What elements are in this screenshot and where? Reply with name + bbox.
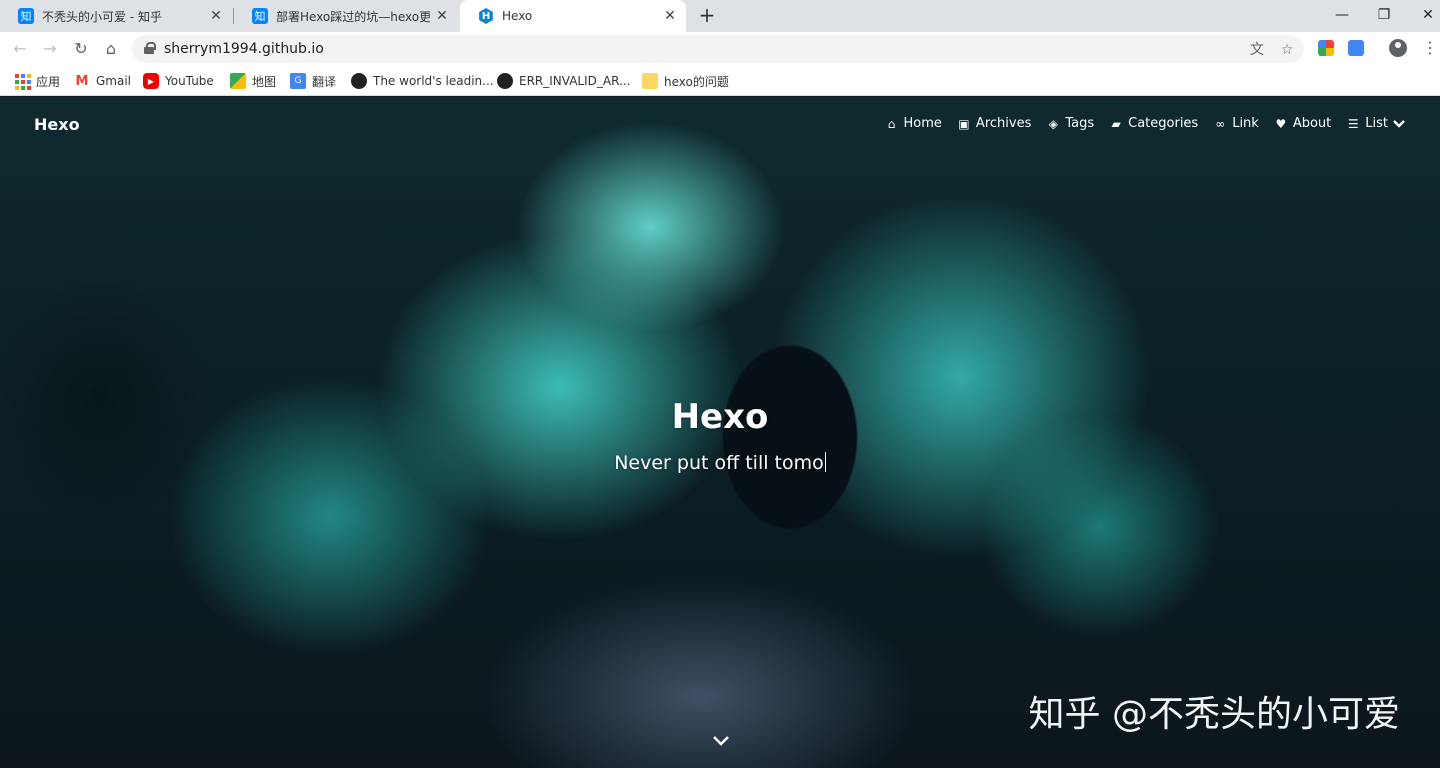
- tab-close-icon[interactable]: ✕: [662, 8, 678, 24]
- gmail-icon: M: [75, 73, 89, 89]
- nav-label: About: [1292, 116, 1332, 131]
- more-menu-icon[interactable]: ⋮: [1422, 38, 1438, 58]
- link-icon: ∞: [1215, 116, 1226, 131]
- address-bar[interactable]: sherrym1994.github.io 文 ☆: [132, 35, 1304, 63]
- bookmark-star-icon[interactable]: ☆: [1278, 41, 1296, 59]
- nav-label: Archives: [975, 116, 1032, 131]
- nav-label: Tags: [1065, 116, 1095, 131]
- home-icon: ⌂: [887, 116, 896, 131]
- nav-label: Home: [903, 116, 942, 131]
- close-window-button[interactable]: ✕: [1416, 4, 1440, 26]
- tab-strip: 知 不秃头的小可爱 - 知乎 ✕ 知 部署Hexo踩过的坑—hexo更换主 ✕ …: [0, 0, 1440, 32]
- site-nav: ⌂ Home ▣ Archives ◈ Tags ▰ Categories ∞ …: [870, 116, 1406, 131]
- bookmark-translate[interactable]: G 翻译: [290, 72, 336, 90]
- maps-icon: [230, 73, 246, 89]
- bookmarks-bar: 应用 M Gmail ▶ YouTube 地图 G 翻译 The world's…: [0, 66, 1440, 96]
- bookmark-github-2[interactable]: ERR_INVALID_AR...: [497, 72, 630, 90]
- translate-page-icon[interactable]: 文: [1248, 41, 1266, 59]
- list-icon: ☰: [1347, 116, 1359, 131]
- reload-icon[interactable]: ↻: [70, 38, 92, 60]
- tab-title: Hexo: [502, 9, 533, 23]
- bookmark-label: hexo的问题: [664, 74, 729, 89]
- nav-label: Link: [1232, 116, 1259, 131]
- site-logo[interactable]: Hexo: [34, 115, 80, 134]
- chevron-down-icon: [1392, 117, 1406, 131]
- typing-cursor: [824, 452, 826, 472]
- nav-link[interactable]: ∞ Link: [1213, 116, 1259, 131]
- new-tab-button[interactable]: +: [696, 4, 718, 26]
- zhihu-favicon-icon: 知: [18, 8, 34, 24]
- tab-zhihu-article[interactable]: 知 部署Hexo踩过的坑—hexo更换主 ✕: [234, 0, 458, 32]
- tab-hexo[interactable]: H Hexo ✕: [460, 0, 686, 32]
- scroll-down-chevron-icon[interactable]: [711, 733, 731, 747]
- bookmark-label: The world's leadin...: [373, 74, 494, 88]
- tab-title: 不秃头的小可爱 - 知乎: [42, 9, 162, 24]
- bookmark-label: YouTube: [165, 74, 214, 88]
- zhihu-watermark: 知乎 @不秃头的小可爱: [1028, 694, 1400, 735]
- github-icon: [351, 73, 367, 89]
- bookmark-hexo-folder[interactable]: hexo的问题: [642, 72, 729, 90]
- tab-close-icon[interactable]: ✕: [208, 8, 224, 24]
- bookmark-label: 翻译: [312, 74, 337, 89]
- tab-zhihu-profile[interactable]: 知 不秃头的小可爱 - 知乎 ✕: [0, 0, 232, 32]
- nav-about[interactable]: ♥ About: [1274, 116, 1331, 131]
- youtube-icon: ▶: [143, 73, 159, 89]
- extension-icon[interactable]: [1318, 40, 1334, 56]
- forward-arrow-icon[interactable]: →: [39, 38, 61, 60]
- nav-label: Categories: [1128, 116, 1199, 131]
- lock-icon: [144, 42, 156, 54]
- profile-avatar-icon[interactable]: [1389, 39, 1407, 57]
- bookmark-gmail[interactable]: M Gmail: [74, 72, 131, 90]
- bookmark-label: 应用: [36, 74, 61, 89]
- bookmark-label: 地图: [252, 74, 277, 89]
- bookmark-github-1[interactable]: The world's leadin...: [351, 72, 494, 90]
- tags-icon: ◈: [1048, 116, 1058, 131]
- nav-home[interactable]: ⌂ Home: [885, 116, 942, 131]
- bookmark-label: Gmail: [96, 74, 132, 88]
- restore-button[interactable]: ❐: [1372, 4, 1396, 26]
- minimize-button[interactable]: —: [1330, 4, 1354, 26]
- nav-list[interactable]: ☰ List: [1346, 116, 1406, 131]
- nav-archives[interactable]: ▣ Archives: [957, 116, 1031, 131]
- back-arrow-icon[interactable]: ←: [9, 38, 31, 60]
- apps-grid-icon: [14, 73, 31, 90]
- bookmark-label: ERR_INVALID_AR...: [519, 74, 631, 88]
- bookmark-apps[interactable]: 应用: [14, 72, 60, 90]
- github-icon: [497, 73, 513, 89]
- hexo-favicon-icon: H: [479, 8, 493, 24]
- nav-label: List: [1365, 116, 1388, 131]
- bookmark-youtube[interactable]: ▶ YouTube: [143, 72, 214, 90]
- tab-close-icon[interactable]: ✕: [434, 8, 450, 24]
- nav-tags[interactable]: ◈ Tags: [1046, 116, 1094, 131]
- url-text: sherrym1994.github.io: [164, 41, 324, 57]
- folder-icon: [642, 73, 658, 89]
- hexo-page: Hexo ⌂ Home ▣ Archives ◈ Tags ▰ Categori…: [0, 97, 1440, 768]
- google-translate-extension-icon[interactable]: [1348, 40, 1364, 56]
- nav-categories[interactable]: ▰ Categories: [1109, 116, 1199, 131]
- archive-icon: ▣: [958, 116, 970, 131]
- hero-subtitle-wrapper: Never put off till tomo: [0, 452, 1440, 474]
- translate-icon: G: [290, 73, 306, 89]
- heart-icon: ♥: [1275, 116, 1287, 131]
- folder-open-icon: ▰: [1111, 116, 1121, 131]
- hero-subtitle: Never put off till tomo: [614, 452, 824, 474]
- hero-title: Hexo: [671, 397, 769, 437]
- browser-toolbar: ← → ↻ ⌂ sherrym1994.github.io 文 ☆: [0, 32, 1440, 66]
- tab-title: 部署Hexo踩过的坑—hexo更换主: [276, 9, 430, 24]
- zhihu-favicon-icon: 知: [252, 8, 268, 24]
- home-button-icon[interactable]: ⌂: [100, 38, 122, 60]
- bookmark-maps[interactable]: 地图: [230, 72, 276, 90]
